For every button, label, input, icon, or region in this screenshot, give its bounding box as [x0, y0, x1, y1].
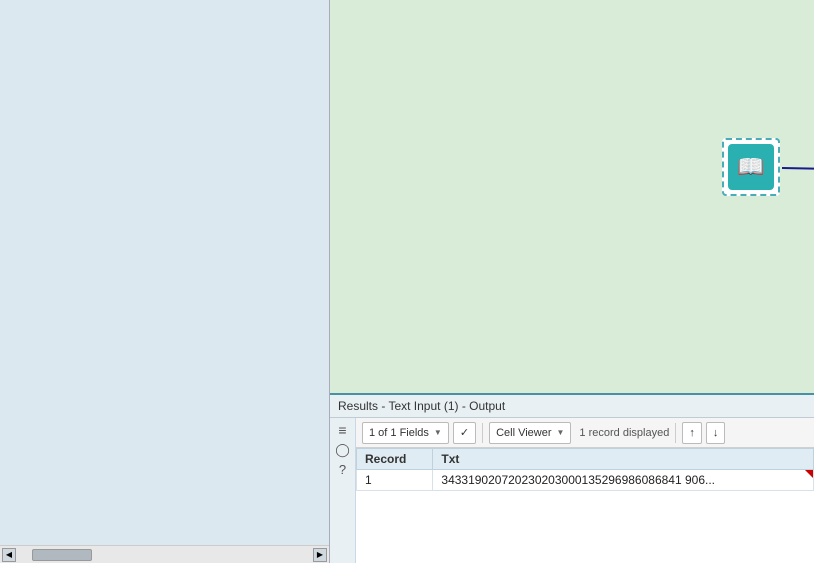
results-panel: Results - Text Input (1) - Output ≡ ◯ ? … [330, 393, 814, 563]
table-row: 1343319020720230203000135296986086841 90… [357, 470, 814, 491]
filter-icon[interactable]: ◯ [335, 442, 350, 458]
book-node[interactable]: 📖 [722, 138, 780, 196]
scroll-thumb[interactable] [32, 549, 92, 561]
results-left-icons: ≡ ◯ ? [330, 418, 356, 563]
help-icon[interactable]: ? [339, 462, 346, 477]
fields-dropdown-arrow: ▼ [434, 428, 442, 437]
book-node-inner: 📖 [728, 144, 774, 190]
rows-icon[interactable]: ≡ [338, 422, 346, 438]
cell-record: 1 [357, 470, 433, 491]
right-panel: 📖 (.*) 🧪 ⊞ Invoice =REGEX_Replace([Txt],… [330, 0, 814, 563]
results-header-label: Results - Text Input (1) - Output [338, 399, 505, 413]
cell-viewer-label: Cell Viewer [496, 427, 551, 439]
cell-txt: 343319020720230203000135296986086841 906… [433, 470, 814, 491]
canvas-area[interactable]: 📖 (.*) 🧪 ⊞ Invoice =REGEX_Replace([Txt],… [330, 0, 814, 393]
col-record: Record [357, 449, 433, 470]
record-count-label: 1 record displayed [579, 427, 669, 439]
toolbar-separator-2 [675, 423, 676, 443]
table-header-row: Record Txt [357, 449, 814, 470]
data-table: Record Txt 13433190207202302030001352969… [356, 448, 814, 491]
left-panel: ◀ ▶ [0, 0, 330, 563]
results-toolbar: 1 of 1 Fields ▼ ✓ Cell Viewer ▼ 1 record… [356, 418, 814, 448]
cell-viewer-button[interactable]: Cell Viewer ▼ [489, 422, 571, 444]
scroll-right-arrow[interactable]: ▶ [313, 548, 327, 562]
check-icon: ✓ [460, 426, 469, 439]
sort-down-button[interactable]: ↓ [706, 422, 726, 444]
check-button[interactable]: ✓ [453, 422, 476, 444]
sort-up-button[interactable]: ↑ [682, 422, 702, 444]
book-icon: 📖 [737, 154, 764, 180]
results-table[interactable]: Record Txt 13433190207202302030001352969… [356, 448, 814, 563]
scroll-left-arrow[interactable]: ◀ [2, 548, 16, 562]
results-header: Results - Text Input (1) - Output [330, 395, 814, 418]
connections-svg [330, 0, 814, 393]
toolbar-separator-1 [482, 423, 483, 443]
fields-label: 1 of 1 Fields [369, 427, 429, 439]
down-arrow-icon: ↓ [713, 427, 719, 439]
cell-viewer-dropdown-arrow: ▼ [557, 428, 565, 437]
left-panel-content [0, 0, 329, 545]
up-arrow-icon: ↑ [689, 427, 695, 439]
fields-button[interactable]: 1 of 1 Fields ▼ [362, 422, 449, 444]
col-txt: Txt [433, 449, 814, 470]
left-scrollbar: ◀ ▶ [0, 545, 329, 563]
